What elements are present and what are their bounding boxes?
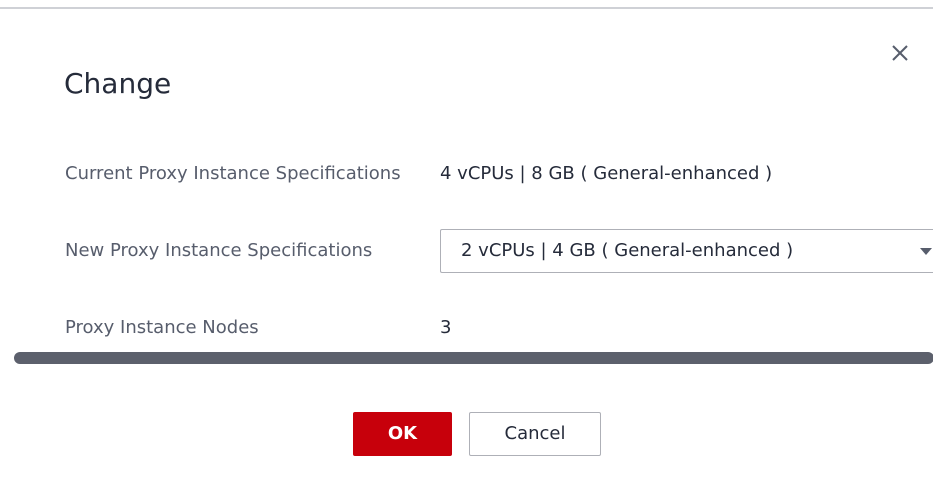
nodes-row: Proxy Instance Nodes 3 xyxy=(65,306,933,350)
dialog-title: Change xyxy=(64,67,172,100)
ok-button[interactable]: OK xyxy=(353,412,452,456)
current-spec-label: Current Proxy Instance Specifications xyxy=(65,163,401,184)
nodes-label: Proxy Instance Nodes xyxy=(65,317,259,338)
cancel-button[interactable]: Cancel xyxy=(469,412,601,456)
horizontal-scrollbar[interactable] xyxy=(14,352,933,364)
new-spec-selected-value: 2 vCPUs | 4 GB ( General-enhanced ) xyxy=(461,240,794,261)
new-spec-row: New Proxy Instance Specifications 2 vCPU… xyxy=(65,229,933,273)
dialog-top-border xyxy=(0,7,933,9)
nodes-value: 3 xyxy=(440,317,452,338)
new-spec-label: New Proxy Instance Specifications xyxy=(65,240,373,261)
close-button[interactable] xyxy=(885,38,915,68)
caret-down-icon xyxy=(920,248,932,255)
current-spec-row: Current Proxy Instance Specifications 4 … xyxy=(65,152,933,196)
new-spec-select[interactable]: 2 vCPUs | 4 GB ( General-enhanced ) xyxy=(440,229,933,273)
current-spec-value: 4 vCPUs | 8 GB ( General-enhanced ) xyxy=(440,163,773,184)
change-dialog: Change Current Proxy Instance Specificat… xyxy=(0,0,933,501)
close-icon xyxy=(892,45,908,61)
